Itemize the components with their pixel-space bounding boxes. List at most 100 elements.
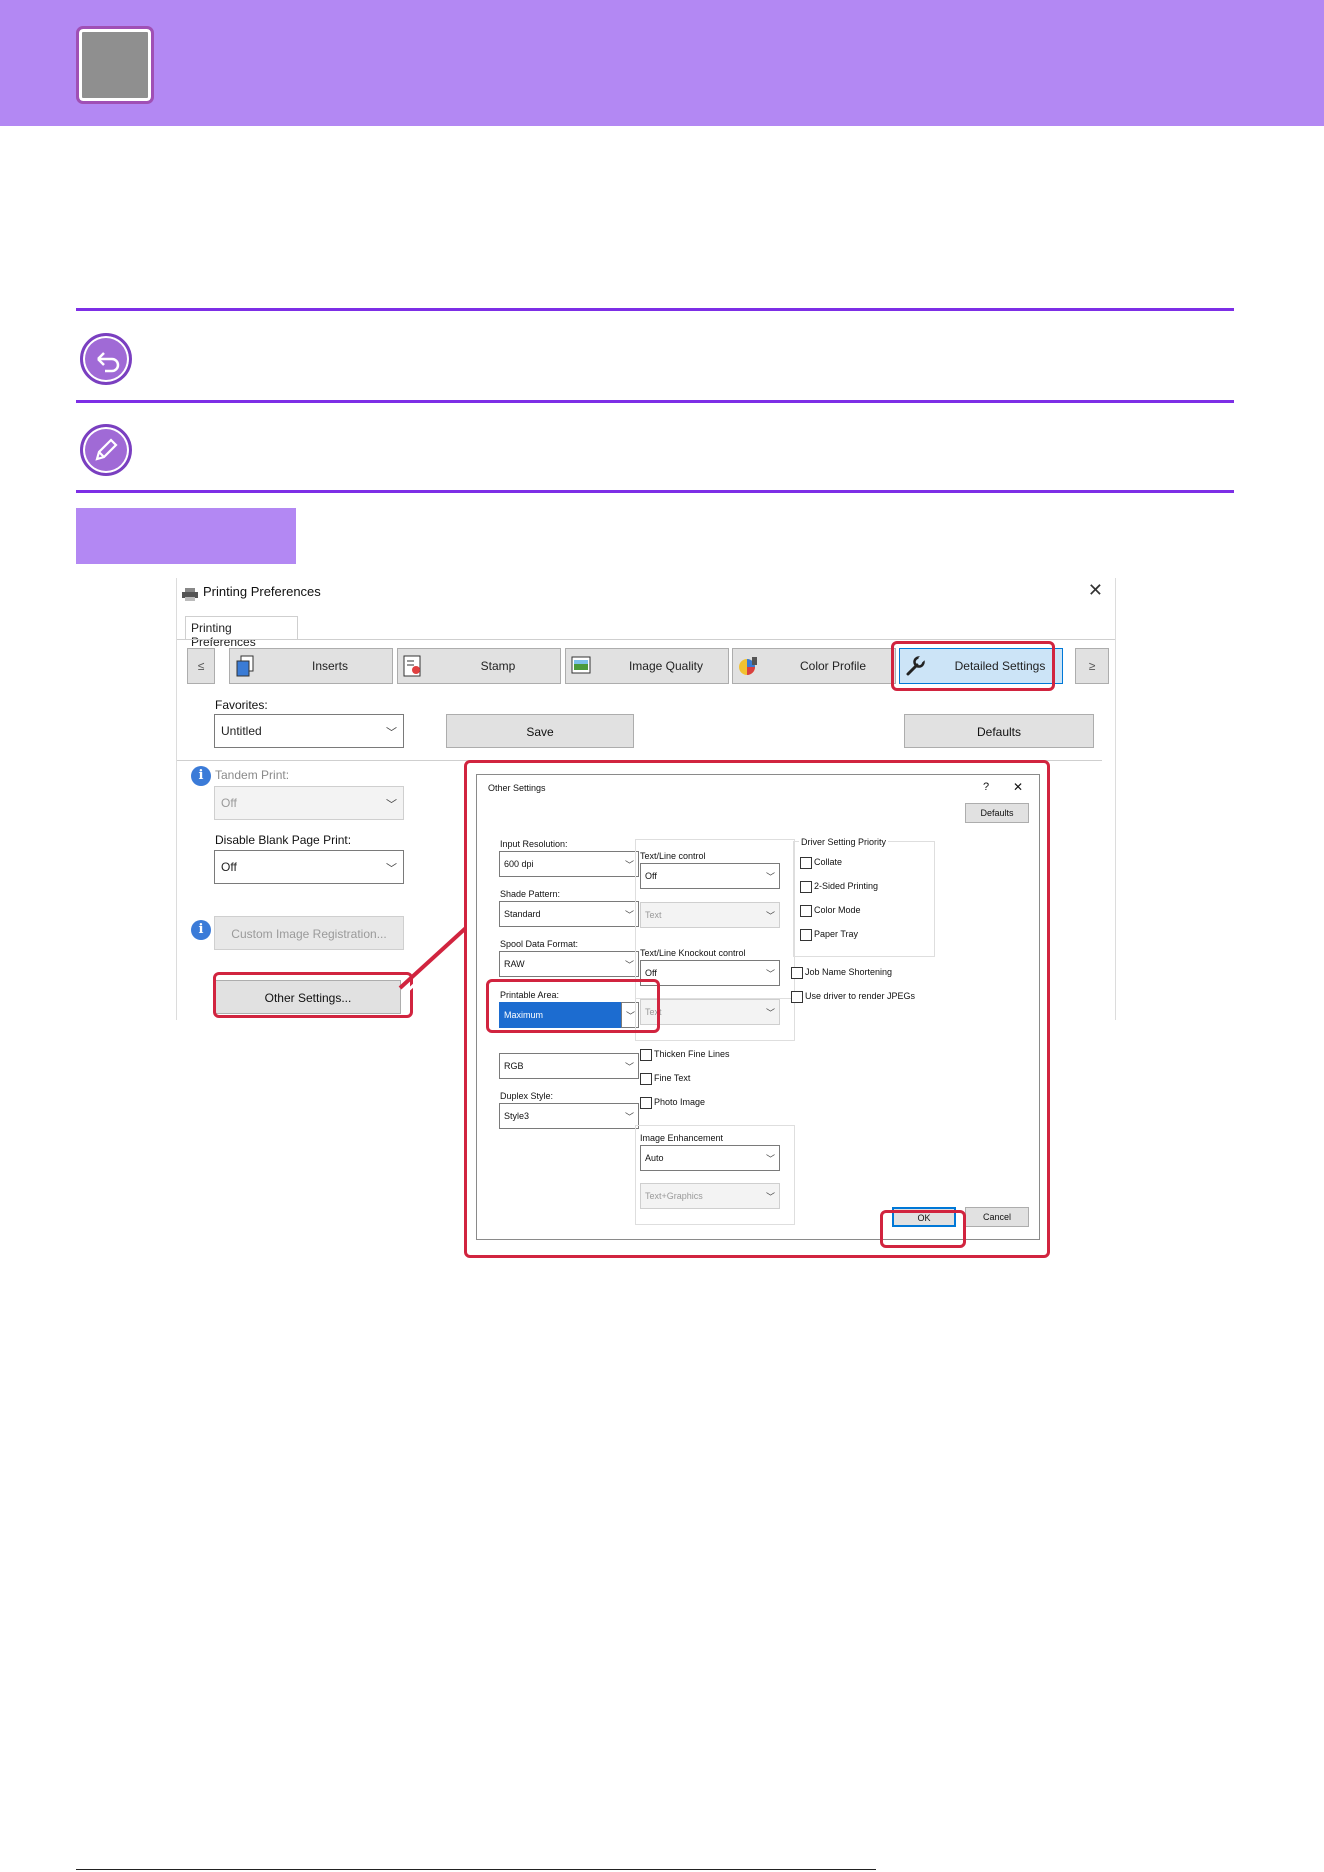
- tab-color-profile[interactable]: Color Profile: [732, 648, 896, 684]
- window-title: Printing Preferences: [203, 584, 321, 599]
- image-enhancement-value: Auto: [645, 1153, 664, 1163]
- chevron-down-icon: ﹀: [386, 863, 397, 875]
- dialog-help-button[interactable]: ?: [983, 781, 989, 793]
- shade-pattern-value: Standard: [504, 909, 541, 919]
- input-resolution-label: Input Resolution:: [500, 839, 568, 849]
- image-enhancement-mode-select[interactable]: Text+Graphics ﹀: [640, 1183, 780, 1209]
- custom-image-registration-button[interactable]: Custom Image Registration...: [214, 916, 404, 950]
- chevron-down-icon: ﹀: [765, 1154, 775, 1164]
- chevron-down-icon: ﹀: [624, 910, 634, 920]
- image-enhancement-label: Image Enhancement: [640, 1133, 724, 1143]
- color-mode-label: Color Mode: [814, 905, 861, 915]
- paper-tray-checkbox[interactable]: [800, 929, 812, 941]
- chevron-down-icon: ﹀: [765, 1008, 775, 1018]
- disable-blank-page-label: Disable Blank Page Print:: [215, 833, 352, 847]
- cancel-button[interactable]: Cancel: [965, 1207, 1029, 1227]
- tab-strip-line: [177, 639, 1115, 640]
- favorites-select[interactable]: Untitled ﹀: [214, 714, 404, 748]
- duplex-style-select[interactable]: Style3 ﹀: [499, 1103, 639, 1129]
- job-name-shortening-checkbox[interactable]: [791, 967, 803, 979]
- divider-middle: [76, 400, 1234, 403]
- collate-label: Collate: [814, 857, 843, 867]
- highlight-detailed-settings: [891, 641, 1055, 691]
- chevron-down-icon: ﹀: [624, 1062, 634, 1072]
- chevron-down-icon: ﹀: [765, 872, 775, 882]
- chevron-down-icon: ﹀: [624, 1112, 634, 1122]
- job-name-shortening-label: Job Name Shortening: [805, 967, 893, 977]
- printer-icon: [182, 588, 198, 601]
- highlight-printable-area: [486, 979, 660, 1033]
- spool-data-format-select[interactable]: RAW ﹀: [499, 951, 639, 977]
- image-enhancement-mode-value: Text+Graphics: [645, 1191, 703, 1201]
- text-line-control-select[interactable]: Off ﹀: [640, 863, 780, 889]
- two-sided-printing-checkbox[interactable]: [800, 881, 812, 893]
- collate-checkbox[interactable]: [800, 857, 812, 869]
- step-label-bar: [76, 508, 296, 564]
- color-profile-icon: [737, 655, 759, 677]
- shade-pattern-select[interactable]: Standard ﹀: [499, 901, 639, 927]
- text-line-mode-select[interactable]: Text ﹀: [640, 902, 780, 928]
- tab-printing-preferences[interactable]: Printing Preferences: [185, 616, 298, 649]
- tab-scroll-prev-button[interactable]: ≤: [187, 648, 215, 684]
- inserts-icon: [234, 655, 256, 677]
- disable-blank-page-select[interactable]: Off ﹀: [214, 850, 404, 884]
- highlight-other-settings: [213, 972, 413, 1018]
- favorites-value: Untitled: [221, 724, 262, 738]
- divider-top: [76, 308, 1234, 311]
- chevron-down-icon: ﹀: [624, 960, 634, 970]
- favorites-label: Favorites:: [215, 698, 268, 712]
- save-button[interactable]: Save: [446, 714, 634, 748]
- chevron-down-icon: ﹀: [765, 1192, 775, 1202]
- thicken-lines-label: Thicken Fine Lines: [654, 1049, 730, 1059]
- tab-color-profile-label: Color Profile: [799, 659, 867, 673]
- paper-tray-label: Paper Tray: [814, 929, 859, 939]
- pencil-icon: [80, 424, 132, 476]
- chevron-down-icon: ﹀: [624, 860, 634, 870]
- photo-image-label: Photo Image: [654, 1097, 706, 1107]
- chapter-badge: [76, 26, 154, 104]
- tab-stamp-label: Stamp: [480, 659, 516, 673]
- image-enhancement-select[interactable]: Auto ﹀: [640, 1145, 780, 1171]
- text-line-mode-value: Text: [645, 910, 662, 920]
- duplex-style-label: Duplex Style:: [500, 1091, 554, 1101]
- chevron-down-icon: ﹀: [765, 911, 775, 921]
- info-icon: i: [191, 920, 211, 940]
- image-quality-icon: [570, 655, 592, 677]
- thicken-lines-checkbox[interactable]: [640, 1049, 652, 1061]
- input-resolution-select[interactable]: 600 dpi ﹀: [499, 851, 639, 877]
- disable-blank-page-value: Off: [221, 860, 237, 874]
- tab-image-quality[interactable]: Image Quality: [565, 648, 729, 684]
- tandem-print-label: Tandem Print:: [215, 768, 290, 782]
- input-resolution-value: 600 dpi: [504, 859, 534, 869]
- rip-style-select[interactable]: RGB ﹀: [499, 1053, 639, 1079]
- fine-text-checkbox[interactable]: [640, 1073, 652, 1085]
- knockout-mode-select[interactable]: Text ﹀: [640, 999, 780, 1025]
- highlight-ok-button: [880, 1210, 966, 1248]
- window-close-button[interactable]: ✕: [1088, 580, 1103, 601]
- defaults-button[interactable]: Defaults: [904, 714, 1094, 748]
- dialog-title: Other Settings: [488, 783, 546, 793]
- info-icon: i: [191, 766, 211, 786]
- dialog-defaults-button[interactable]: Defaults: [965, 803, 1029, 823]
- tandem-print-value: Off: [221, 796, 237, 810]
- rip-style-value: RGB: [504, 1061, 524, 1071]
- dialog-close-button[interactable]: ✕: [1013, 780, 1023, 794]
- divider-bottom: [76, 490, 1234, 493]
- render-jpeg-checkbox[interactable]: [791, 991, 803, 1003]
- two-sided-printing-label: 2-Sided Printing: [814, 881, 879, 891]
- render-jpeg-label: Use driver to render JPEGs: [805, 991, 916, 1001]
- chevron-down-icon: ﹀: [386, 799, 397, 811]
- shade-pattern-label: Shade Pattern:: [500, 889, 561, 899]
- tab-stamp[interactable]: Stamp: [397, 648, 561, 684]
- back-arrow-icon: [80, 333, 132, 385]
- tab-inserts-label: Inserts: [311, 659, 348, 673]
- color-mode-checkbox[interactable]: [800, 905, 812, 917]
- stamp-icon: [402, 655, 424, 677]
- tab-scroll-next-button[interactable]: ≥: [1075, 648, 1109, 684]
- photo-image-checkbox[interactable]: [640, 1097, 652, 1109]
- spool-data-format-value: RAW: [504, 959, 525, 969]
- tandem-print-select[interactable]: Off ﹀: [214, 786, 404, 820]
- text-line-control-value: Off: [645, 871, 657, 881]
- tab-inserts[interactable]: Inserts: [229, 648, 393, 684]
- page-header: [0, 0, 1324, 126]
